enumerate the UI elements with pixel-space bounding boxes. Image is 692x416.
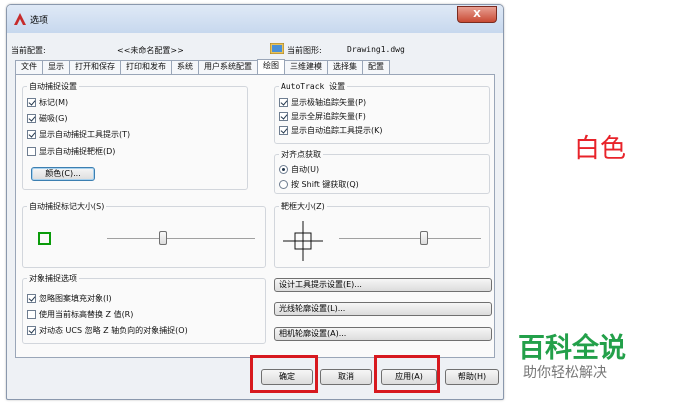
object-snap-options-title: 对象捕捉选项 <box>27 274 79 283</box>
auto-acquire-option[interactable]: 自动(U) <box>279 164 319 175</box>
ignore-negative-z-option[interactable]: 对动态 UCS 忽略 Z 轴负向的对象捕捉(O) <box>27 325 188 336</box>
autotrack-settings-group: AutoTrack 设置 显示极轴追踪矢量(P) 显示全屏追踪矢量(F) 显示自… <box>274 82 490 144</box>
tab-3d-modeling[interactable]: 三维建模 <box>284 60 328 74</box>
autotrack-settings-title: AutoTrack 设置 <box>279 82 348 91</box>
auto-acquire-radio[interactable] <box>279 165 288 174</box>
ignore-hatch-label: 忽略图案填充对象(I) <box>39 294 112 303</box>
drawing-file-icon <box>270 43 284 54</box>
lights-glyph-settings-button[interactable]: 光线轮廓设置(L)... <box>274 302 492 316</box>
aperture-box-label: 显示自动捕捉靶框(D) <box>39 147 116 156</box>
fullscreen-tracking-option[interactable]: 显示全屏追踪矢量(F) <box>279 111 366 122</box>
marker-label: 标记(M) <box>39 98 69 107</box>
ignore-negative-z-checkbox[interactable] <box>27 326 36 335</box>
aperture-size-slider[interactable] <box>420 231 429 245</box>
cancel-button[interactable]: 取消 <box>320 369 372 385</box>
tab-strip: 文件 显示 打开和保存 打印和发布 系统 用户系统配置 绘图 三维建模 选择集 … <box>15 59 390 74</box>
polar-tracking-checkbox[interactable] <box>279 98 288 107</box>
dialog-title: 选项 <box>30 16 49 26</box>
aperture-box-checkbox[interactable] <box>27 147 36 156</box>
autosnap-settings-group: 自动捕捉设置 标记(M) 磁吸(G) 显示自动捕捉工具提示(T) 显示自动捕捉靶… <box>22 82 248 190</box>
ignore-negative-z-label: 对动态 UCS 忽略 Z 轴负向的对象捕捉(O) <box>39 326 188 335</box>
marker-size-title: 自动捕捉标记大小(S) <box>27 202 107 211</box>
autocad-app-icon <box>14 13 26 25</box>
replace-z-checkbox[interactable] <box>27 310 36 319</box>
drafting-tooltip-settings-button[interactable]: 设计工具提示设置(E)... <box>274 278 492 292</box>
drafting-panel: 自动捕捉设置 标记(M) 磁吸(G) 显示自动捕捉工具提示(T) 显示自动捕捉靶… <box>15 74 495 358</box>
tab-files[interactable]: 文件 <box>15 60 43 74</box>
aperture-size-title: 靶框大小(Z) <box>279 202 327 211</box>
watermark-subtitle: 助你轻松解决 <box>523 365 607 381</box>
fullscreen-tracking-checkbox[interactable] <box>279 112 288 121</box>
replace-z-option[interactable]: 使用当前标高替换 Z 值(R) <box>27 309 133 320</box>
help-button[interactable]: 帮助(H) <box>445 369 499 385</box>
alignment-point-title: 对齐点获取 <box>279 150 323 159</box>
aperture-size-track <box>339 238 481 239</box>
current-profile-label: 当前配置: <box>11 46 46 55</box>
tab-display[interactable]: 显示 <box>42 60 70 74</box>
fullscreen-tracking-label: 显示全屏追踪矢量(F) <box>291 112 366 121</box>
white-annotation: 白色 <box>574 134 627 164</box>
ignore-hatch-checkbox[interactable] <box>27 294 36 303</box>
auto-acquire-label: 自动(U) <box>291 165 320 174</box>
object-snap-options-group: 对象捕捉选项 忽略图案填充对象(I) 使用当前标高替换 Z 值(R) 对动态 U… <box>22 274 266 344</box>
autotrack-tooltip-label: 显示自动追踪工具提示(K) <box>291 126 383 135</box>
watermark-title: 百科全说 <box>518 333 626 364</box>
magnet-option[interactable]: 磁吸(G) <box>27 113 67 124</box>
color-button[interactable]: 颜色(C)... <box>31 167 95 181</box>
magnet-checkbox[interactable] <box>27 114 36 123</box>
replace-z-label: 使用当前标高替换 Z 值(R) <box>39 310 134 319</box>
autotrack-tooltip-checkbox[interactable] <box>279 126 288 135</box>
tab-profiles[interactable]: 配置 <box>362 60 390 74</box>
shift-acquire-radio[interactable] <box>279 180 288 189</box>
shift-acquire-label: 按 Shift 键获取(Q) <box>291 180 359 189</box>
tab-system[interactable]: 系统 <box>171 60 199 74</box>
autosnap-settings-title: 自动捕捉设置 <box>27 82 79 91</box>
polar-tracking-label: 显示极轴追踪矢量(P) <box>291 98 367 107</box>
marker-option[interactable]: 标记(M) <box>27 97 68 108</box>
aperture-size-group: 靶框大小(Z) <box>274 202 490 268</box>
polar-tracking-option[interactable]: 显示极轴追踪矢量(P) <box>279 97 366 108</box>
aperture-preview-icon <box>283 221 323 261</box>
camera-glyph-settings-button[interactable]: 相机轮廓设置(A)... <box>274 327 492 341</box>
title-bar[interactable]: 选项 X <box>7 5 503 33</box>
current-drawing-label: 当前图形: <box>287 46 322 55</box>
aperture-box-option[interactable]: 显示自动捕捉靶框(D) <box>27 146 115 157</box>
ignore-hatch-option[interactable]: 忽略图案填充对象(I) <box>27 293 112 304</box>
tab-drafting[interactable]: 绘图 <box>257 59 285 74</box>
apply-button-highlight <box>374 355 440 393</box>
current-drawing-value: Drawing1.dwg <box>347 45 405 54</box>
autosnap-tooltip-option[interactable]: 显示自动捕捉工具提示(T) <box>27 129 130 140</box>
marker-checkbox[interactable] <box>27 98 36 107</box>
magnet-label: 磁吸(G) <box>39 114 68 123</box>
autosnap-tooltip-label: 显示自动捕捉工具提示(T) <box>39 130 131 139</box>
options-dialog: 选项 X 当前配置: <<未命名配置>> 当前图形: Drawing1.dwg … <box>6 4 504 400</box>
close-button[interactable]: X <box>457 6 497 23</box>
autosnap-tooltip-checkbox[interactable] <box>27 130 36 139</box>
marker-size-group: 自动捕捉标记大小(S) <box>22 202 266 268</box>
shift-acquire-option[interactable]: 按 Shift 键获取(Q) <box>279 179 359 190</box>
alignment-point-group: 对齐点获取 自动(U) 按 Shift 键获取(Q) <box>274 150 490 194</box>
tab-plot-publish[interactable]: 打印和发布 <box>120 60 172 74</box>
tab-selection[interactable]: 选择集 <box>327 60 363 74</box>
marker-size-slider[interactable] <box>159 231 168 245</box>
tab-open-save[interactable]: 打开和保存 <box>69 60 121 74</box>
ok-button-highlight <box>250 355 318 393</box>
autotrack-tooltip-option[interactable]: 显示自动追踪工具提示(K) <box>279 125 383 136</box>
current-profile-value: <<未命名配置>> <box>117 46 184 55</box>
marker-size-track <box>107 238 255 239</box>
marker-preview-icon <box>38 232 51 245</box>
tab-user-preferences[interactable]: 用户系统配置 <box>198 60 258 74</box>
